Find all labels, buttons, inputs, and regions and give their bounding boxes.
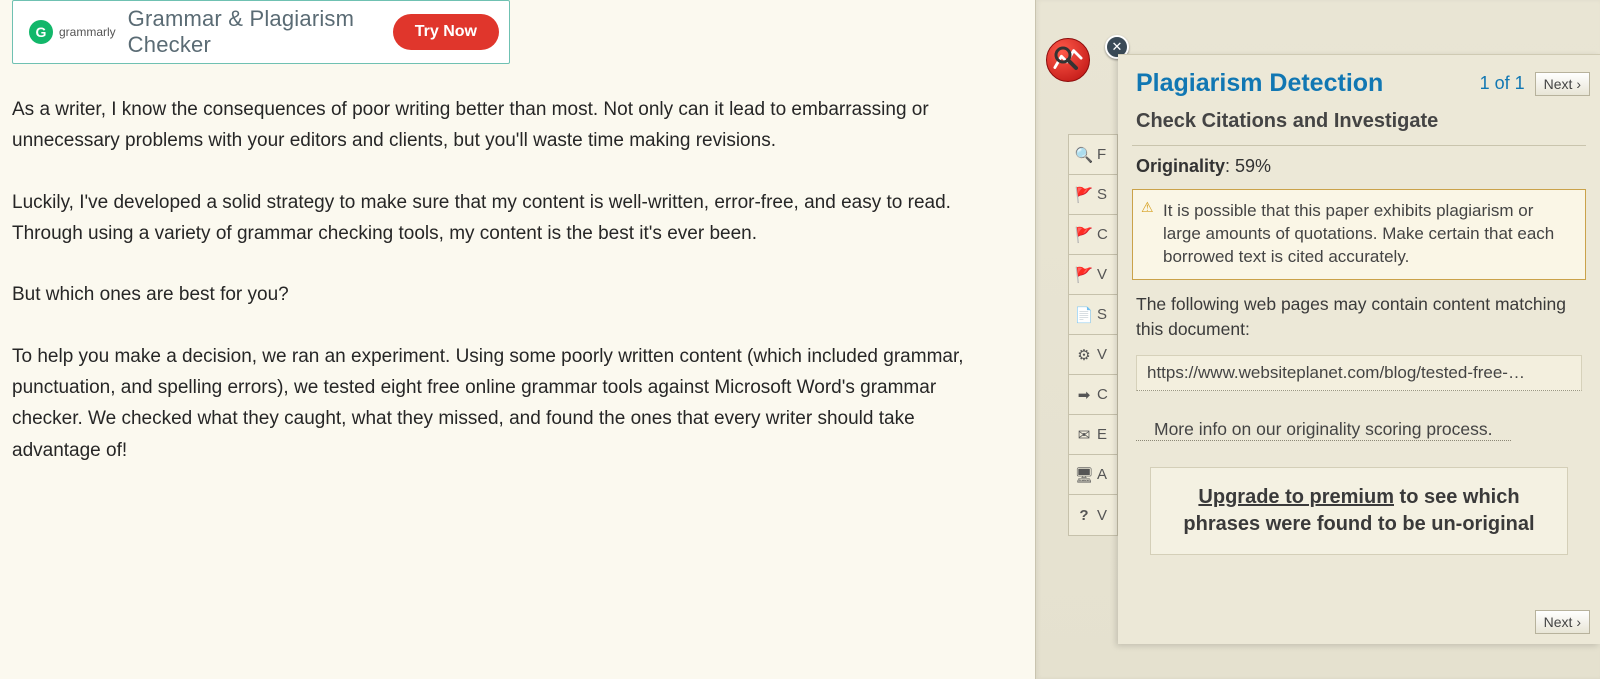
analysis-badge-icon: ✕ [1046, 38, 1090, 82]
divider [1132, 145, 1586, 146]
flag-icon: 🚩 [1075, 226, 1093, 244]
search-icon: 🔍 [1075, 146, 1093, 164]
article-paragraph: Luckily, I've developed a solid strategy… [12, 187, 992, 250]
side-item[interactable]: ✉E [1069, 415, 1117, 455]
side-item[interactable]: 🔍F [1069, 135, 1117, 175]
upgrade-callout[interactable]: Upgrade to premium to see which phrases … [1150, 467, 1568, 555]
gear-icon: ⚙ [1075, 346, 1093, 364]
side-icon-strip: 🔍F 🚩S 🚩C 🚩V 📄S ⚙V ➡C ✉E 🖥A ?V [1068, 134, 1118, 536]
ad-title: Grammar & Plagiarism Checker [128, 6, 381, 58]
popup-title: Plagiarism Detection [1136, 69, 1383, 98]
originality-label: Originality [1136, 156, 1225, 176]
upgrade-link[interactable]: Upgrade to premium [1198, 486, 1394, 508]
side-item[interactable]: 📄S [1069, 295, 1117, 335]
grammarly-ad-banner[interactable]: G grammarly Grammar & Plagiarism Checker… [12, 0, 510, 64]
next-button-bottom[interactable]: Next › [1535, 610, 1590, 634]
article-body: G grammarly Grammar & Plagiarism Checker… [0, 0, 1035, 466]
mail-icon: ✉ [1075, 426, 1093, 444]
plagiarism-warning: It is possible that this paper exhibits … [1132, 189, 1586, 280]
side-item[interactable]: ⚙V [1069, 335, 1117, 375]
side-item[interactable]: 🖥A [1069, 455, 1117, 495]
side-item[interactable]: 🚩S [1069, 175, 1117, 215]
flag-icon: 🚩 [1075, 266, 1093, 284]
article-paragraph: But which ones are best for you? [12, 279, 992, 310]
plagiarism-popup: Plagiarism Detection 1 of 1 Next › Check… [1118, 54, 1600, 644]
monitor-icon: 🖥 [1075, 466, 1093, 484]
grammarly-logo-text: grammarly [59, 25, 116, 39]
page-icon: 📄 [1075, 306, 1093, 324]
side-item[interactable]: ?V [1069, 495, 1117, 535]
grammarly-logo-mark: G [29, 20, 53, 44]
matches-intro: The following web pages may contain cont… [1118, 292, 1600, 343]
popup-subtitle: Check Citations and Investigate [1118, 104, 1600, 145]
analysis-panel: ✕ 🔍F 🚩S 🚩C 🚩V 📄S ⚙V ➡C ✉E 🖥A ?V Plagiari… [1035, 0, 1600, 679]
next-button[interactable]: Next › [1535, 72, 1590, 96]
result-count: 1 of 1 [1480, 73, 1525, 94]
article-paragraph: To help you make a decision, we ran an e… [12, 341, 992, 466]
side-item[interactable]: 🚩C [1069, 215, 1117, 255]
grammarly-logo: G grammarly [29, 20, 116, 44]
side-item[interactable]: ➡C [1069, 375, 1117, 415]
more-info-link[interactable]: More info on our originality scoring pro… [1136, 419, 1511, 441]
panel-header: ✕ [1046, 38, 1090, 82]
flag-icon: 🚩 [1075, 186, 1093, 204]
try-now-button[interactable]: Try Now [393, 14, 499, 50]
magnifier-icon [1053, 45, 1079, 71]
article-paragraph: As a writer, I know the consequences of … [12, 94, 992, 157]
side-item[interactable]: 🚩V [1069, 255, 1117, 295]
matching-url[interactable]: https://www.websiteplanet.com/blog/teste… [1136, 355, 1582, 391]
originality-line: Originality: 59% [1118, 156, 1600, 185]
arrow-right-icon: ➡ [1075, 386, 1093, 404]
originality-value: : 59% [1225, 156, 1271, 176]
help-icon: ? [1075, 506, 1093, 524]
